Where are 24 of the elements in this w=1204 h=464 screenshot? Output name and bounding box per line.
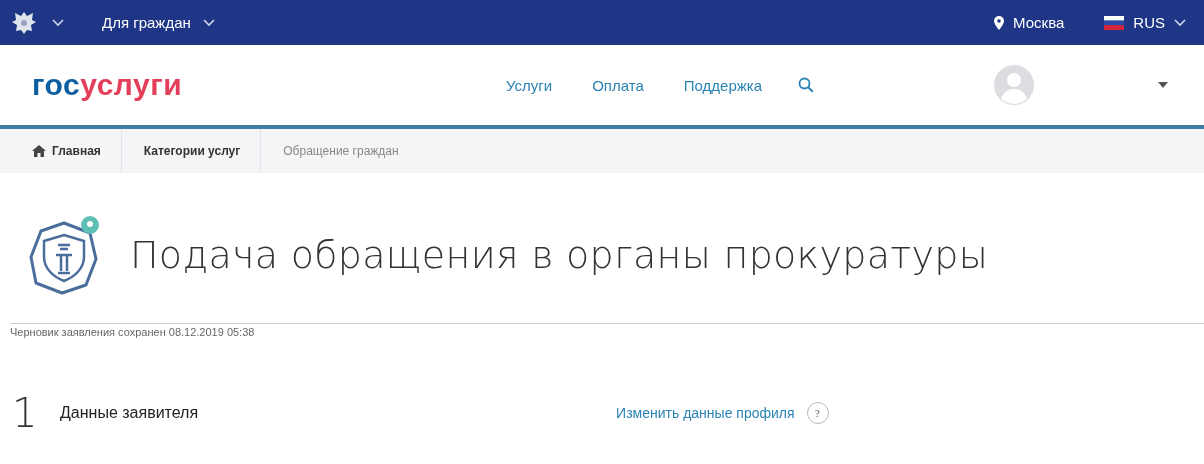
- caret-icon[interactable]: [1158, 82, 1168, 88]
- step-number: 1: [12, 390, 39, 436]
- home-icon: [32, 145, 46, 157]
- language-dropdown[interactable]: RUS: [1104, 14, 1186, 31]
- nav-link[interactable]: Оплата: [592, 76, 644, 94]
- breadcrumb-current: Обращение граждан: [283, 144, 399, 158]
- nav-link[interactable]: Услуги: [506, 76, 553, 94]
- flag-icon: [1104, 15, 1125, 30]
- chevron-down-icon: [202, 18, 215, 27]
- shield-pillar-icon: [28, 215, 102, 295]
- edit-profile-link[interactable]: Изменить данные профиля: [616, 405, 795, 421]
- breadcrumb-link[interactable]: Главная: [52, 144, 101, 158]
- audience-dropdown[interactable]: Для граждан: [102, 14, 215, 31]
- page-title: Подача обращения в органы прокуратуры: [130, 233, 988, 277]
- location-button[interactable]: Москва: [994, 14, 1065, 31]
- chevron-down-icon: [1174, 18, 1186, 27]
- nav-link[interactable]: Поддержка: [683, 76, 762, 94]
- breadcrumb-link[interactable]: Категории услуг: [143, 144, 241, 158]
- step-title: Данные заявителя: [60, 404, 199, 422]
- draft-saved-note: Черновик заявления сохранен 08.12.2019 05:38: [10, 326, 256, 338]
- location-pin-icon: [994, 15, 1005, 30]
- logo[interactable]: госуслуги: [32, 68, 472, 102]
- chevron-down-icon[interactable]: [52, 18, 64, 27]
- search-icon[interactable]: [798, 77, 814, 93]
